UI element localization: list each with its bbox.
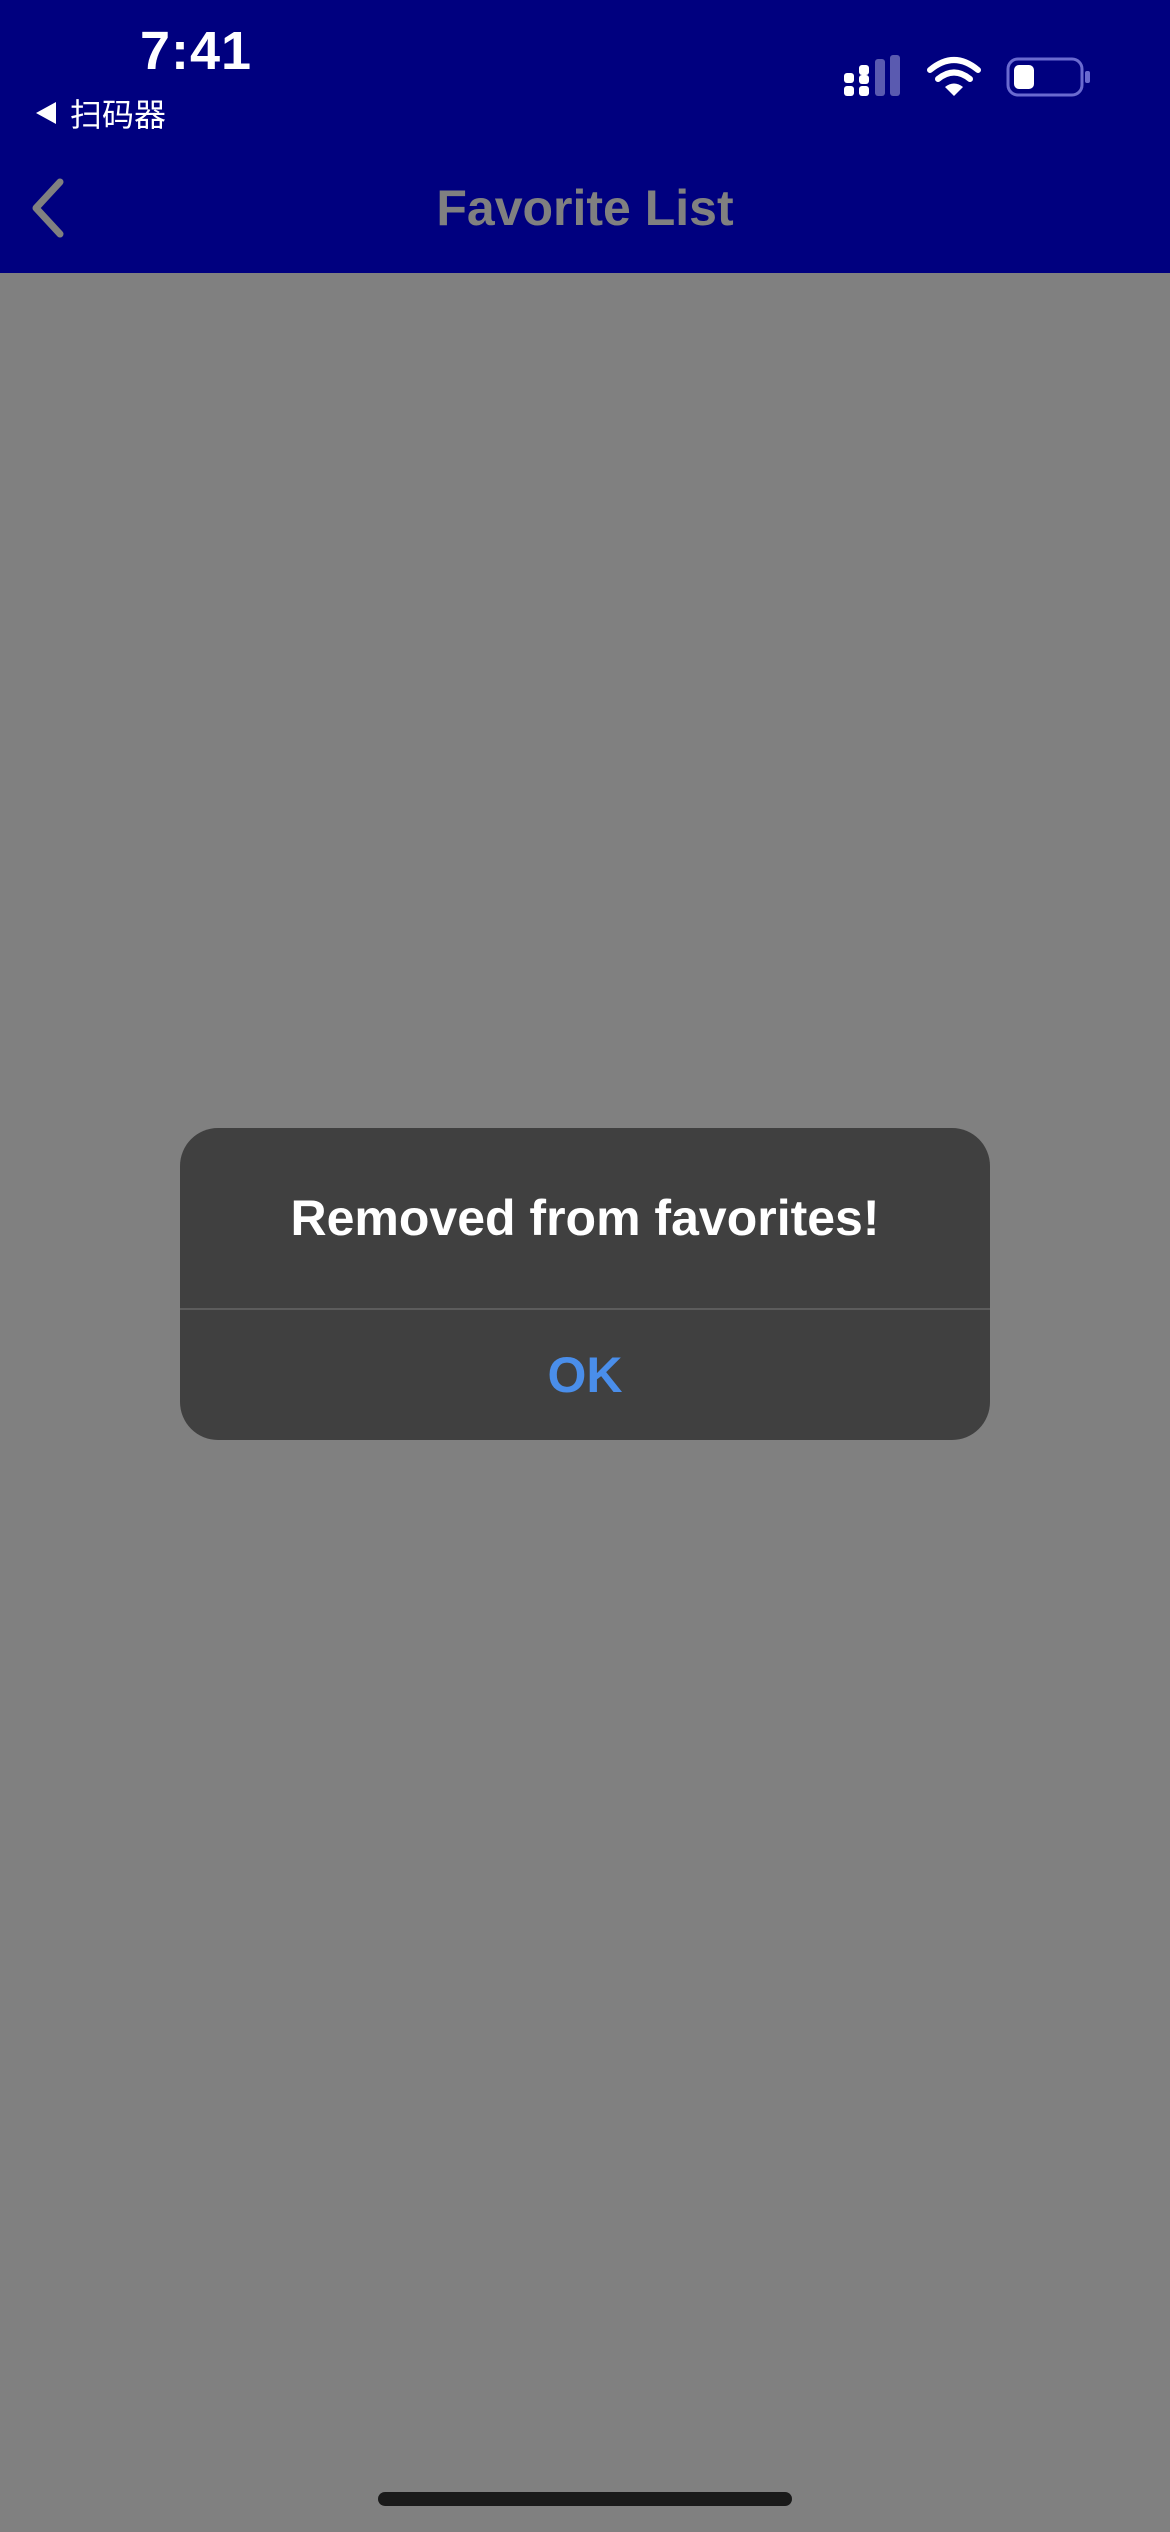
status-time: 7:41 — [140, 21, 253, 81]
back-to-app-label: 扫码器 — [70, 97, 167, 133]
back-triangle-icon — [36, 102, 56, 124]
status-icons — [842, 52, 1092, 102]
alert-dialog: Removed from favorites! OK — [180, 1128, 990, 1440]
wifi-icon — [927, 57, 981, 96]
page-title: Favorite List — [436, 180, 734, 236]
alert-message: Removed from favorites! — [290, 1190, 880, 1246]
home-indicator[interactable] — [378, 2492, 792, 2506]
battery-icon — [1006, 57, 1090, 97]
cellular-signal-icon — [844, 55, 900, 96]
back-to-app-link[interactable]: 扫码器 — [36, 90, 166, 136]
ok-button[interactable]: OK — [180, 1310, 990, 1440]
app-screen: 7:41 扫码器 Favorite List Removed from favo… — [0, 0, 1170, 2532]
header-bar: 7:41 扫码器 Favorite List — [0, 0, 1170, 273]
